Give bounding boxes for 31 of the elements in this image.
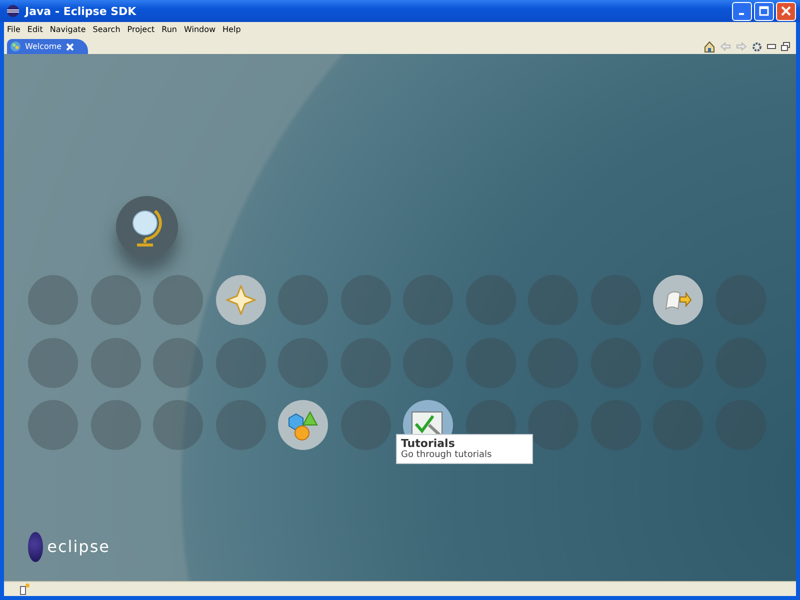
minimize-button[interactable]	[732, 2, 752, 20]
tooltip-description: Go through tutorials	[401, 450, 493, 460]
welcome-tab[interactable]: Welcome	[7, 39, 88, 54]
app-icon	[6, 4, 20, 18]
shapes-icon	[287, 409, 320, 442]
logo-text: eclipse	[47, 537, 110, 556]
menu-item[interactable]: Run	[162, 24, 177, 34]
menu-item[interactable]: Search	[92, 24, 120, 34]
logo-orb-icon	[28, 532, 44, 562]
maximize-button[interactable]	[754, 2, 774, 20]
welcome-icon	[10, 41, 21, 52]
close-tab-icon[interactable]	[66, 42, 74, 50]
menu-item[interactable]: Project	[127, 24, 155, 34]
star-icon	[226, 285, 256, 316]
fast-view-icon[interactable]	[20, 583, 30, 595]
close-icon	[781, 6, 791, 16]
tooltip-title: Tutorials	[401, 437, 456, 450]
menu-item[interactable]: Navigate	[50, 24, 86, 34]
whats-new-button[interactable]	[216, 275, 266, 326]
close-button[interactable]	[776, 2, 796, 20]
maximize-icon	[759, 6, 769, 16]
scroll-arrow-icon	[664, 289, 692, 312]
menu-item[interactable]: Help	[222, 24, 241, 34]
minimize-view-icon[interactable]	[767, 44, 776, 49]
gear-icon[interactable]	[752, 42, 762, 52]
maximize-view-icon[interactable]	[781, 42, 790, 51]
menu-item[interactable]: Edit	[27, 24, 43, 34]
menu-item[interactable]: File	[7, 24, 20, 34]
window-title: Java - Eclipse SDK	[25, 4, 138, 18]
home-icon[interactable]	[704, 40, 715, 52]
menu-item[interactable]: Window	[184, 24, 216, 34]
